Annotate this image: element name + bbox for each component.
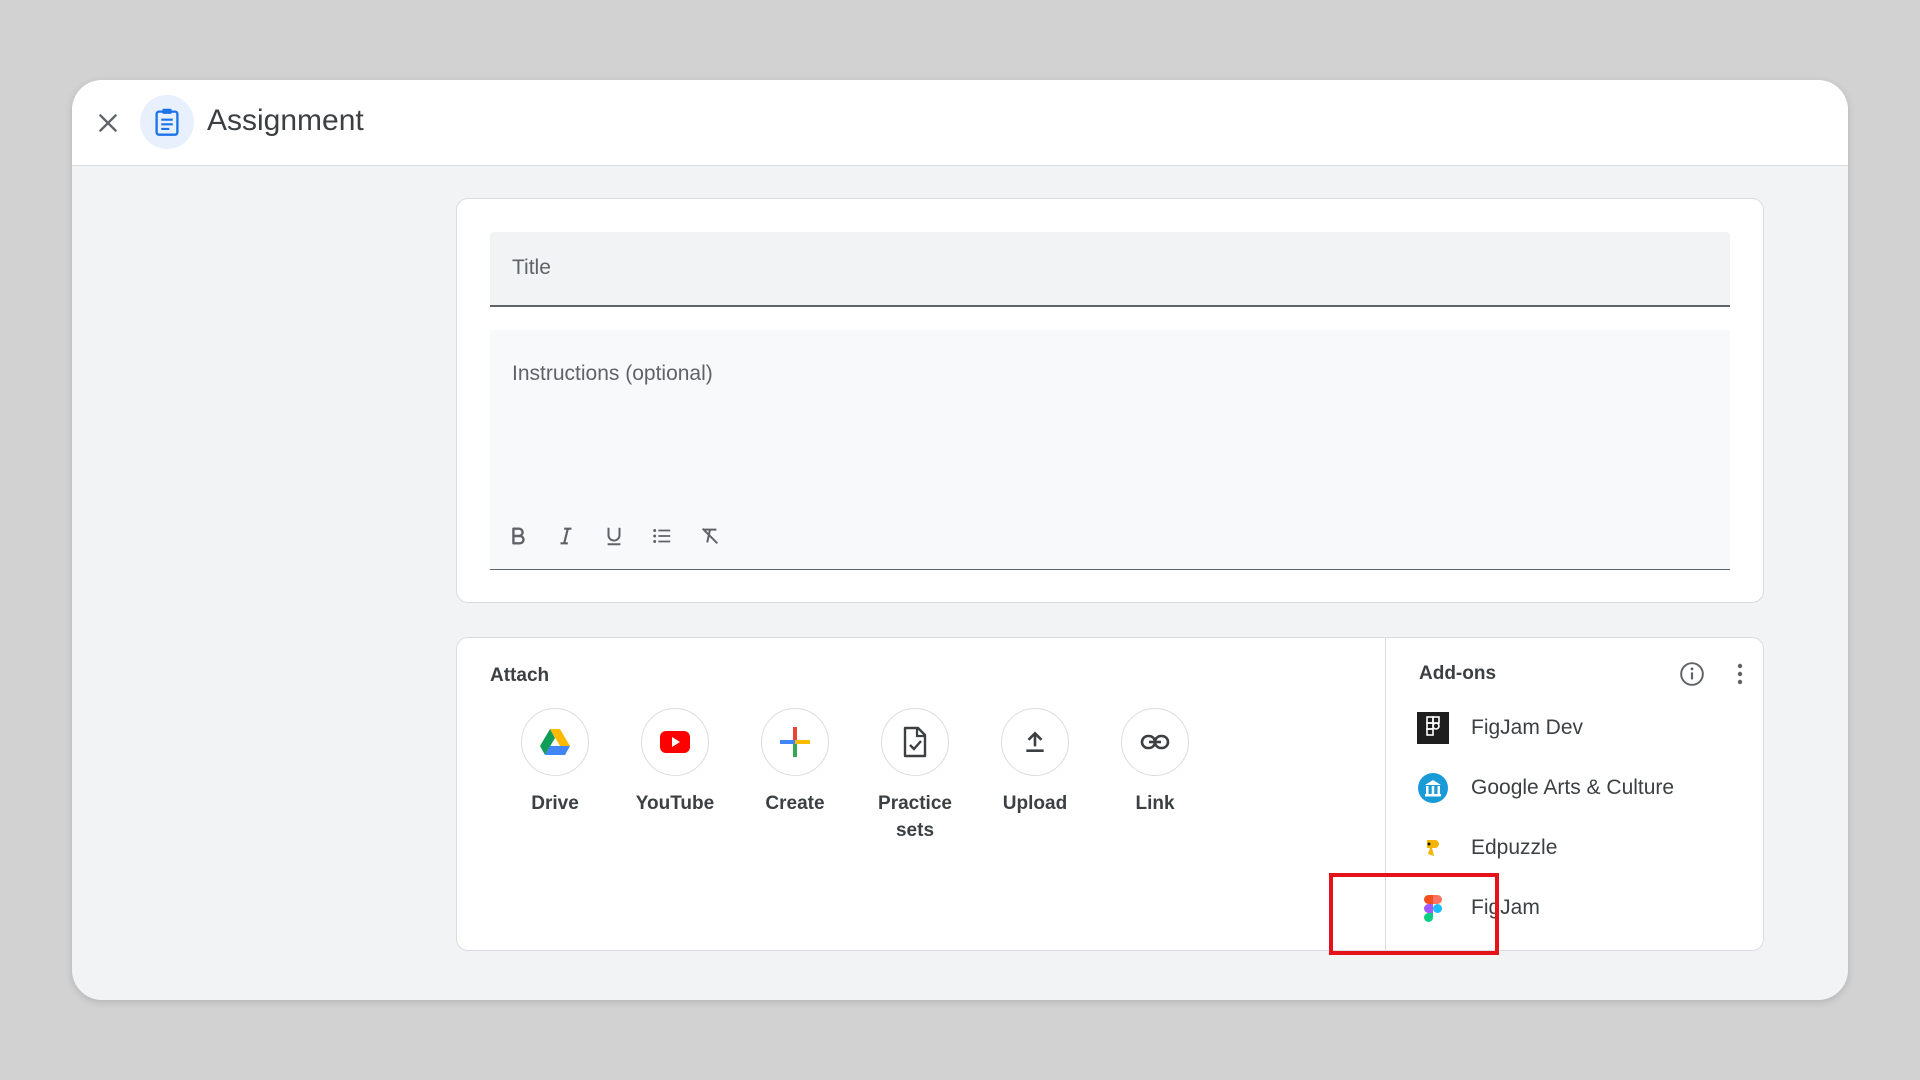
instructions-placeholder: Instructions (optional) — [512, 362, 713, 385]
practice-sets-icon — [903, 726, 927, 758]
figjam-dev-icon — [1416, 711, 1450, 745]
title-placeholder: Title — [512, 256, 551, 279]
addons-panel: Add-ons FigJam Dev Google Arts & Culture… — [1386, 638, 1765, 950]
attach-create-button[interactable]: Create — [761, 708, 829, 844]
assignment-dialog: Assignment Title Instructions (optional) — [72, 80, 1848, 1000]
attach-youtube-button[interactable]: YouTube — [636, 708, 714, 844]
edpuzzle-icon — [1416, 831, 1450, 865]
formatting-toolbar — [502, 520, 726, 552]
attach-upload-circle — [1001, 708, 1069, 776]
attach-practice-sets-button[interactable]: Practice sets — [878, 708, 952, 844]
close-button[interactable] — [86, 101, 130, 145]
bulleted-list-button[interactable] — [646, 520, 678, 552]
bold-icon — [512, 527, 525, 545]
google-arts-culture-icon — [1416, 771, 1450, 805]
addons-info-button[interactable] — [1676, 658, 1708, 690]
attach-youtube-label: YouTube — [635, 793, 715, 814]
attach-upload-label: Upload — [1002, 793, 1068, 814]
link-icon — [1140, 734, 1170, 750]
attach-practice-sets-circle — [881, 708, 949, 776]
attach-label: Attach — [490, 665, 550, 686]
addon-label: Google Arts & Culture — [1471, 776, 1675, 799]
attach-upload-button[interactable]: Upload — [1001, 708, 1069, 844]
title-input[interactable]: Title — [490, 232, 1730, 307]
italic-icon — [560, 527, 572, 545]
addon-label: FigJam — [1471, 896, 1540, 919]
addon-google-arts-culture[interactable]: Google Arts & Culture — [1416, 768, 1674, 808]
bold-button[interactable] — [502, 520, 534, 552]
addon-edpuzzle[interactable]: Edpuzzle — [1416, 828, 1557, 868]
attach-link-label: Link — [1135, 793, 1175, 814]
addons-label: Add-ons — [1419, 663, 1497, 684]
instructions-input[interactable]: Instructions (optional) — [490, 330, 1730, 570]
addons-more-button[interactable] — [1724, 658, 1756, 690]
upload-icon — [1026, 731, 1044, 752]
youtube-icon — [660, 731, 690, 753]
dialog-header: Assignment — [72, 80, 1848, 166]
assignment-icon — [140, 95, 194, 149]
attach-create-label: Create — [765, 793, 825, 814]
attach-practice-sets-label: Practice sets — [878, 793, 952, 841]
plus-icon — [780, 727, 810, 757]
close-icon — [99, 114, 117, 132]
attach-link-button[interactable]: Link — [1121, 708, 1189, 844]
underline-icon — [607, 527, 621, 546]
attach-create-circle — [761, 708, 829, 776]
attach-drive-label: Drive — [531, 793, 579, 814]
attach-link-circle — [1121, 708, 1189, 776]
bulleted-list-icon — [653, 529, 671, 543]
figma-icon — [1416, 891, 1450, 925]
addon-figjam-dev[interactable]: FigJam Dev — [1416, 708, 1583, 748]
addon-label: Edpuzzle — [1471, 836, 1558, 859]
page-title: Assignment — [207, 104, 364, 137]
more-vert-icon — [1737, 663, 1743, 685]
addon-label: FigJam Dev — [1471, 716, 1584, 739]
attach-youtube-circle — [641, 708, 709, 776]
italic-button[interactable] — [550, 520, 582, 552]
info-icon — [1680, 662, 1704, 686]
attach-options: Drive YouTube Create Practice sets Uploa… — [521, 708, 1189, 844]
underline-button[interactable] — [598, 520, 630, 552]
addon-figjam[interactable]: FigJam — [1416, 888, 1540, 928]
clear-formatting-icon — [701, 527, 719, 545]
assignment-details-card: Title Instructions (optional) — [456, 198, 1764, 603]
attach-drive-circle — [521, 708, 589, 776]
attach-card: Attach Drive YouTube Create Practice set… — [456, 637, 1764, 951]
google-drive-icon — [540, 729, 570, 755]
clear-formatting-button[interactable] — [694, 520, 726, 552]
attach-drive-button[interactable]: Drive — [521, 708, 589, 844]
